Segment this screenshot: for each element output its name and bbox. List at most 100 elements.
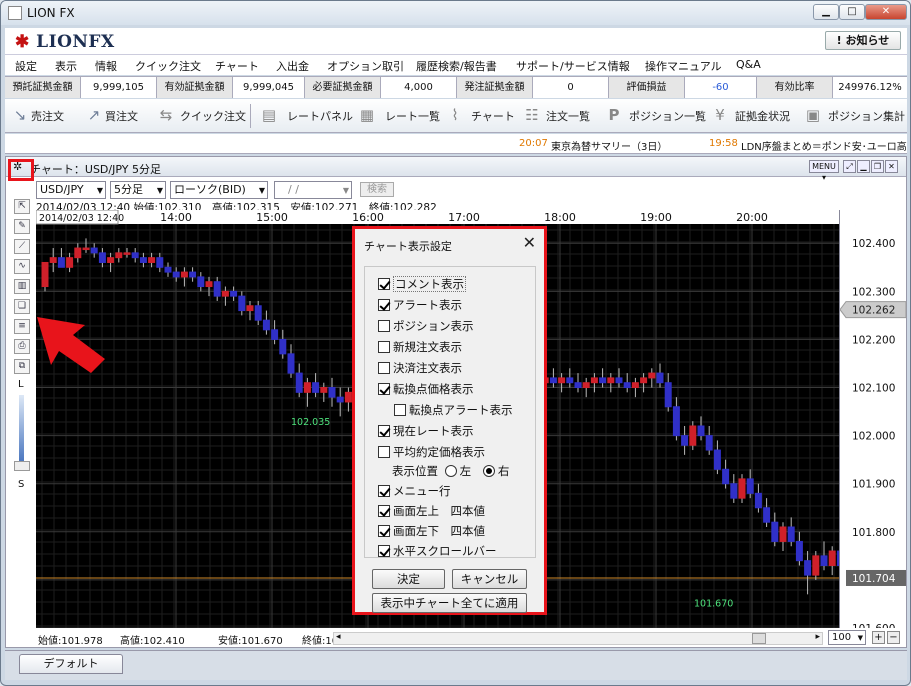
menu-qa[interactable]: Q&A [736,58,761,71]
scroll-left-icon[interactable]: ◂ [336,632,341,642]
notice-button[interactable]: ! お知らせ [825,31,901,50]
option-horizontal-scrollbar[interactable]: 水平スクロールバー [378,543,497,559]
minimize-chart-icon[interactable]: ▁ [857,160,870,173]
candle-body [57,257,65,268]
radio-left[interactable] [444,465,457,477]
checkbox[interactable] [394,404,406,416]
option-comment[interactable]: コメント表示 [378,276,466,292]
zoom-slider-thumb[interactable] [14,461,30,471]
menu-options[interactable]: オプション取引 [327,58,404,74]
copy-icon[interactable]: ⧉ [14,359,30,374]
checkbox[interactable] [378,525,390,537]
margin-status-button[interactable]: 証拠金状況 [735,108,790,124]
rate-panel-button[interactable]: レートパネル [287,108,353,124]
yen-icon: ¥ [715,106,725,124]
horizontal-scrollbar[interactable]: ◂ ▸ [333,632,823,645]
menu-settings[interactable]: 設定 [15,58,37,74]
period-select[interactable]: 5分足 ▼ [110,181,166,199]
option-current-rate[interactable]: 現在レート表示 [378,423,474,439]
maximize-button[interactable]: □ [839,4,865,20]
window-tool-icon[interactable]: ❏ [14,299,30,314]
position-list-button[interactable]: ポジション一覧 [629,108,706,124]
pin-icon[interactable]: ⤢ [843,160,856,173]
option-turning-point-price[interactable]: 転換点価格表示 [378,381,474,397]
candle-type-select[interactable]: ローソク(BID) ▼ [170,181,268,199]
chart-menu-button[interactable]: MENU ▾ [809,160,839,182]
app-window: LION FX ▁ □ ✕ ✱ LIONFX ! お知らせ 設定 表示 情報 ク… [0,0,911,686]
restore-chart-icon[interactable]: ❐ [871,160,884,173]
date-input[interactable]: / / ▼ [274,181,352,199]
checkbox[interactable] [378,278,390,290]
minimize-button[interactable]: ▁ [813,4,839,20]
cancel-button[interactable]: キャンセル [452,569,527,589]
compare-tool-icon[interactable]: ▥ [14,279,30,294]
chart-button[interactable]: チャート [471,108,515,124]
close-chart-icon[interactable]: ✕ [885,160,898,173]
checkbox[interactable] [378,320,390,332]
apply-all-button[interactable]: 表示中チャート全てに適用 [372,593,527,613]
checkbox[interactable] [378,446,390,458]
menu-chart[interactable]: チャート [215,58,259,74]
candle-body [279,338,287,355]
candle-body [681,435,689,446]
option-turning-point-alert[interactable]: 転換点アラート表示 [394,402,513,418]
cursor-tool-icon[interactable]: ⇱ [14,199,30,214]
zoom-select[interactable]: 100 ▼ [828,630,866,645]
currency-pair-select[interactable]: USD/JPY ▼ [36,181,106,199]
scroll-right-icon[interactable]: ▸ [815,632,820,642]
search-button[interactable]: 検索 [360,182,394,197]
buy-order-button[interactable]: 買注文 [105,108,138,124]
option-bottom-left-ohlc[interactable]: 画面左下 四本値 [378,523,485,539]
candle-body [640,377,648,384]
zoom-out-icon[interactable]: − [887,631,900,644]
option-new-order[interactable]: 新規注文表示 [378,339,462,355]
checkbox[interactable] [378,383,390,395]
chart-window-title: チャート：USD/JPY 5分足 [30,163,161,176]
checkbox[interactable] [378,505,390,517]
news-headline[interactable]: LDN序盤まとめ＝ポンド安･ユーロ高 [741,138,907,153]
price-axis-canvas: 102.400 102.300 102.200 102.100 102.000 101.9… [839,238,907,635]
radio-right[interactable] [482,465,495,477]
menu-deposit[interactable]: 入出金 [276,58,309,74]
menu-view[interactable]: 表示 [55,58,77,74]
rate-list-button[interactable]: レート一覧 [385,108,440,124]
tab-default[interactable]: デフォルト [19,654,123,674]
account-label: 必要証拠金額 [305,77,381,98]
news-headline[interactable]: 東京為替サマリー（3日） [551,138,667,153]
menu-manual[interactable]: 操作マニュアル [645,58,722,74]
order-list-button[interactable]: 注文一覧 [546,108,590,124]
checkbox[interactable] [378,425,390,437]
radio-left-label: 左 [459,464,472,478]
checkbox[interactable] [378,362,390,374]
close-window-button[interactable]: ✕ [865,4,907,20]
menu-history[interactable]: 履歴検索/報告書 [416,58,497,74]
option-settlement-order[interactable]: 決済注文表示 [378,360,462,376]
pen-tool-icon[interactable]: ✎ [14,219,30,234]
option-top-left-ohlc[interactable]: 画面左上 四本値 [378,503,485,519]
print-icon[interactable]: ⎙ [14,339,30,354]
quick-order-button[interactable]: クイック注文 [180,108,246,124]
menu-quick-order[interactable]: クイック注文 [135,58,201,74]
checkbox[interactable] [378,299,390,311]
indicator-tool-icon[interactable]: ∿ [14,259,30,274]
zoom-in-icon[interactable]: + [872,631,885,644]
position-summary-button[interactable]: ポジション集計 [828,108,905,124]
ok-button[interactable]: 決定 [372,569,445,589]
checkbox[interactable] [378,341,390,353]
checkbox[interactable] [378,485,390,497]
sell-order-button[interactable]: 売注文 [31,108,64,124]
option-menu-row[interactable]: メニュー行 [378,483,451,499]
option-alert[interactable]: アラート表示 [378,297,462,313]
scrollbar-thumb[interactable] [752,633,766,644]
option-position[interactable]: ポジション表示 [378,318,474,334]
menu-support[interactable]: サポート/サービス情報 [516,58,630,74]
account-bar: 預託証拠金額 9,999,105 有効証拠金額 9,999,045 必要証拠金額… [5,76,907,98]
option-average-price[interactable]: 平均約定価格表示 [378,444,485,460]
checkbox[interactable] [378,545,390,557]
menu-info[interactable]: 情報 [95,58,117,74]
candle-body [197,276,205,288]
trendline-tool-icon[interactable]: ⟋ [14,239,30,254]
chart-settings-icon[interactable]: ≡ [14,319,30,334]
dialog-close-icon[interactable]: ✕ [523,233,536,252]
zoom-slider-track[interactable] [19,395,24,461]
